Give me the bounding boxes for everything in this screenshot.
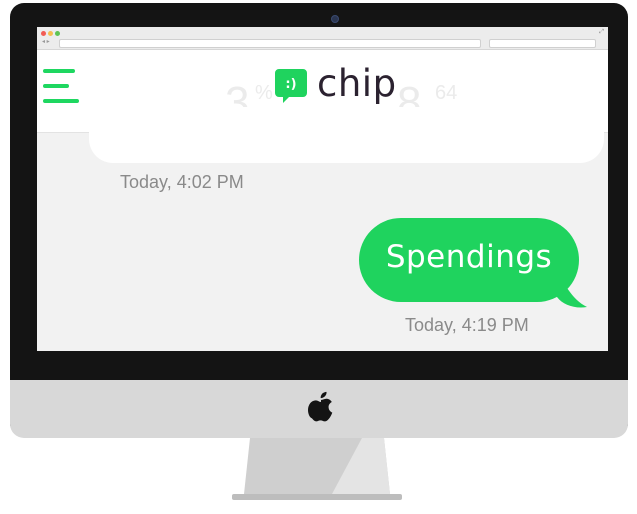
sent-message-bubble[interactable]: Spendings [359,218,579,302]
fullscreen-icon[interactable]: ⤢ [599,29,604,36]
zoom-window-button[interactable] [55,31,60,36]
screen: ◂ ▸ ⤢ 3 % 8 64 :) chip Today, 4:02 PM Sp… [37,27,608,351]
hamburger-menu-icon[interactable] [43,69,81,105]
minimize-window-button[interactable] [48,31,53,36]
message-timestamp: Today, 4:02 PM [120,172,244,192]
monitor-stand [232,438,402,500]
webcam [331,15,339,23]
apple-logo-icon [308,391,333,422]
background-digit: % [255,82,273,104]
sent-message-text: Spendings [385,239,553,275]
sent-message-timestamp: Today, 4:19 PM [405,315,529,335]
back-forward-icon[interactable]: ◂ ▸ [42,38,50,45]
app-logo-text: chip [317,62,397,105]
close-window-button[interactable] [41,31,46,36]
background-digit: 64 [435,82,458,104]
chat-bubble-smiley-icon: :) [275,69,307,103]
previous-message-bubble [89,107,604,163]
browser-toolbar: ◂ ▸ ⤢ [37,27,608,50]
logo-glyph: :) [285,77,296,92]
address-bar[interactable] [59,39,481,48]
browser-search-field[interactable] [489,39,596,48]
